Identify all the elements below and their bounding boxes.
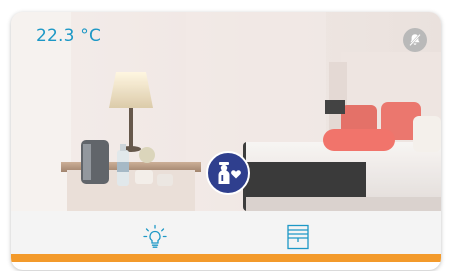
notifications-off-icon[interactable] bbox=[403, 28, 427, 52]
person-heart-glyph bbox=[218, 162, 241, 184]
window-blind-glyph bbox=[287, 224, 309, 250]
room-photo: 22.3 °C bbox=[11, 12, 441, 211]
lightbulb-icon[interactable] bbox=[140, 222, 170, 252]
accent-bar bbox=[11, 254, 441, 262]
room-card[interactable]: 22.3 °C bbox=[11, 12, 441, 270]
bell-slash-glyph bbox=[409, 33, 421, 47]
control-bar bbox=[11, 211, 441, 262]
do-not-disturb-person-heart-icon[interactable] bbox=[206, 151, 250, 195]
temperature-readout: 22.3 °C bbox=[36, 26, 102, 46]
lightbulb-glyph bbox=[143, 224, 167, 248]
window-blind-icon[interactable] bbox=[283, 222, 313, 252]
